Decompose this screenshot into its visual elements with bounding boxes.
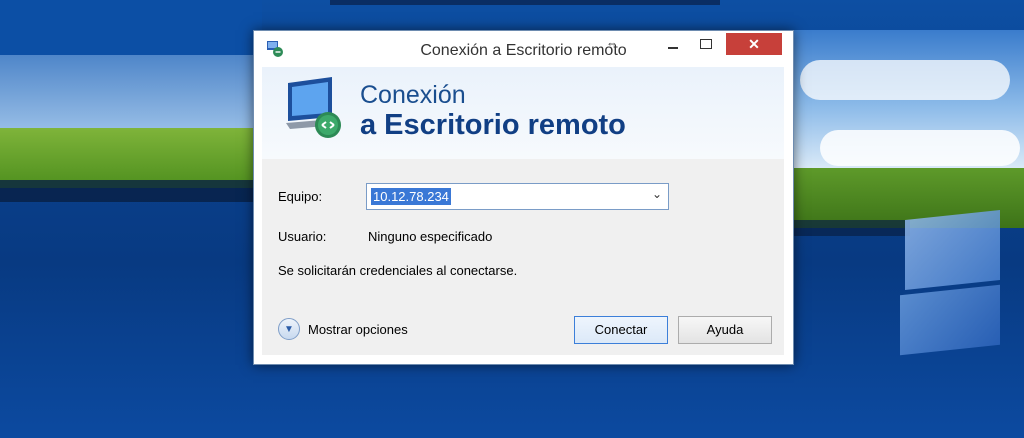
connect-button[interactable]: Conectar <box>574 316 668 344</box>
title-bar[interactable]: Conexión a Escritorio remoto ⇔ ✕ <box>254 31 793 67</box>
expand-chevron-icon[interactable]: ▼ <box>278 318 300 340</box>
usuario-label: Usuario: <box>278 229 327 244</box>
windows-logo-pane <box>900 284 1000 356</box>
banner-title-line2: a Escritorio remoto <box>360 109 626 141</box>
banner: Conexión a Escritorio remoto <box>262 67 784 160</box>
close-button[interactable]: ✕ <box>726 33 782 55</box>
maximize-button[interactable] <box>692 33 720 55</box>
windows-logo-pane <box>905 210 1000 290</box>
chevron-down-icon[interactable]: ⌄ <box>652 187 662 201</box>
equipo-input-value[interactable]: 10.12.78.234 <box>371 188 451 205</box>
wallpaper-cloud <box>820 130 1020 166</box>
remote-desktop-window: Conexión a Escritorio remoto ⇔ ✕ Conexió… <box>253 30 794 365</box>
credentials-info-text: Se solicitarán credenciales al conectars… <box>278 263 518 278</box>
wallpaper-grass-left <box>0 128 262 188</box>
wallpaper-sky-left <box>0 55 262 135</box>
background-window-edge <box>330 0 720 5</box>
wallpaper-cloud <box>800 60 1010 100</box>
minimize-button[interactable] <box>659 33 687 55</box>
wallpaper-shadow-left <box>0 180 262 202</box>
banner-title-line1: Conexión <box>360 81 466 109</box>
resize-cursor-icon: ⇔ <box>606 36 618 50</box>
help-button[interactable]: Ayuda <box>678 316 772 344</box>
remote-desktop-monitor-icon <box>286 77 341 138</box>
equipo-label: Equipo: <box>278 189 323 204</box>
show-options-label[interactable]: Mostrar opciones <box>308 322 408 337</box>
equipo-combobox[interactable]: 10.12.78.234 ⌄ <box>366 183 669 210</box>
dialog-body: Equipo: 10.12.78.234 ⌄ Usuario: Ninguno … <box>262 159 784 355</box>
usuario-value: Ninguno especificado <box>368 229 493 244</box>
wallpaper-shadow-right <box>790 220 910 236</box>
show-options-toggle[interactable]: ▼ Mostrar opciones <box>278 318 408 340</box>
wallpaper-dark-band <box>0 0 262 60</box>
